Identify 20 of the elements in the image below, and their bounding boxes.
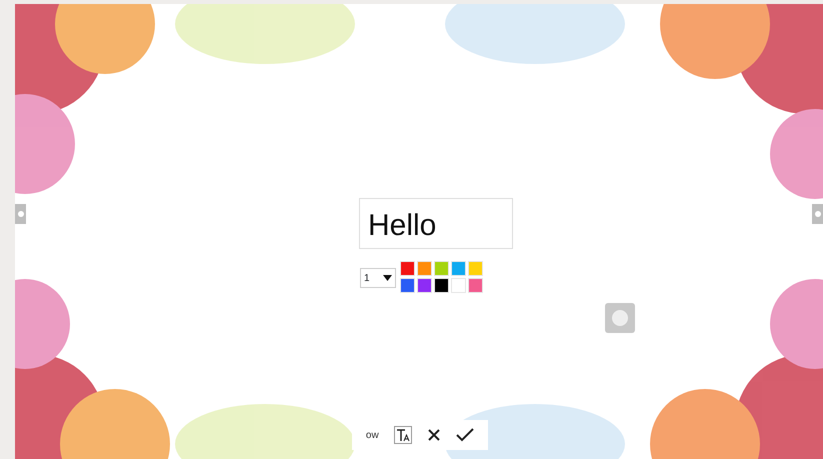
resize-handle[interactable] <box>15 204 26 224</box>
color-swatch[interactable] <box>417 278 432 293</box>
color-swatch[interactable] <box>451 261 466 276</box>
close-button[interactable] <box>428 429 440 441</box>
text-input[interactable]: Hello <box>359 198 513 249</box>
toolbar-label[interactable]: ow <box>366 428 379 442</box>
resize-handle[interactable] <box>812 204 823 224</box>
color-swatch[interactable] <box>434 261 449 276</box>
color-swatch[interactable] <box>434 278 449 293</box>
check-button[interactable] <box>456 428 474 442</box>
color-swatch[interactable] <box>400 261 415 276</box>
move-handle[interactable] <box>605 303 635 333</box>
caret-icon <box>383 275 392 281</box>
color-swatch[interactable] <box>468 261 483 276</box>
size-dropdown[interactable]: 1 <box>360 268 396 288</box>
color-swatch[interactable] <box>468 278 483 293</box>
color-swatch[interactable] <box>400 278 415 293</box>
text-style-button[interactable] <box>394 426 412 444</box>
color-swatch[interactable] <box>417 261 432 276</box>
color-swatch[interactable] <box>451 278 466 293</box>
